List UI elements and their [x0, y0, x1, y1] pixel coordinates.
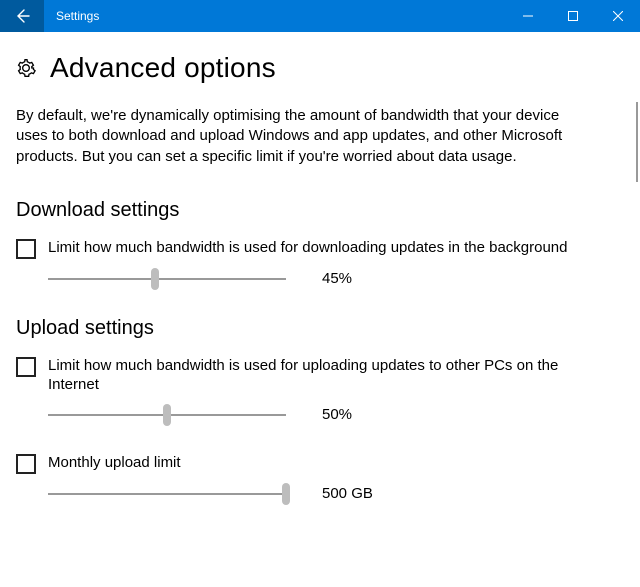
maximize-button[interactable]	[550, 0, 595, 32]
content-area: Advanced options By default, we're dynam…	[0, 32, 640, 504]
upload-limit-label: Limit how much bandwidth is used for upl…	[48, 356, 608, 395]
close-button[interactable]	[595, 0, 640, 32]
upload-bandwidth-slider[interactable]	[48, 405, 286, 425]
back-button[interactable]	[0, 0, 44, 32]
monthly-limit-label: Monthly upload limit	[48, 453, 181, 473]
window-title: Settings	[44, 9, 505, 23]
slider-track	[48, 493, 286, 495]
window-controls	[505, 0, 640, 32]
titlebar: Settings	[0, 0, 640, 32]
minimize-button[interactable]	[505, 0, 550, 32]
page-title: Advanced options	[50, 52, 276, 84]
arrow-left-icon	[14, 8, 30, 24]
monthly-limit-checkbox[interactable]	[16, 454, 36, 474]
slider-thumb[interactable]	[151, 268, 159, 290]
upload-slider-row: 50%	[48, 405, 620, 425]
intro-text: By default, we're dynamically optimising…	[16, 106, 576, 167]
close-icon	[613, 11, 623, 21]
download-limit-label: Limit how much bandwidth is used for dow…	[48, 238, 568, 258]
minimize-icon	[523, 11, 533, 21]
slider-thumb[interactable]	[163, 404, 171, 426]
download-heading: Download settings	[16, 199, 620, 222]
gear-icon	[16, 58, 36, 78]
upload-limit-row: Limit how much bandwidth is used for upl…	[16, 356, 620, 395]
monthly-upload-slider[interactable]	[48, 484, 286, 504]
upload-heading: Upload settings	[16, 317, 620, 340]
download-limit-row: Limit how much bandwidth is used for dow…	[16, 238, 620, 259]
maximize-icon	[568, 11, 578, 21]
monthly-limit-row: Monthly upload limit	[16, 453, 620, 474]
monthly-value: 500 GB	[322, 485, 373, 502]
slider-track	[48, 278, 286, 280]
download-slider-row: 45%	[48, 269, 620, 289]
slider-thumb[interactable]	[282, 483, 290, 505]
upload-percent-value: 50%	[322, 406, 352, 423]
page-header: Advanced options	[16, 52, 620, 84]
monthly-slider-row: 500 GB	[48, 484, 620, 504]
download-limit-checkbox[interactable]	[16, 239, 36, 259]
download-bandwidth-slider[interactable]	[48, 269, 286, 289]
upload-limit-checkbox[interactable]	[16, 357, 36, 377]
download-percent-value: 45%	[322, 270, 352, 287]
